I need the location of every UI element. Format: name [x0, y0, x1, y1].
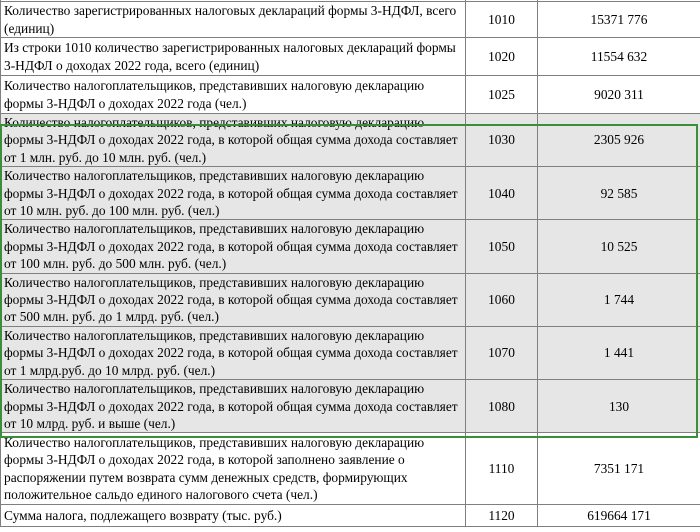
row-value-cell[interactable]: 10 525	[537, 219, 700, 274]
row-code-cell[interactable]: 1120	[465, 504, 538, 528]
table-row: Количество налогоплательщиков, представи…	[0, 166, 700, 221]
row-description-cell[interactable]: Количество зарегистрированных налоговых …	[0, 1, 466, 38]
row-code-cell[interactable]: 1010	[465, 1, 538, 38]
row-value-cell[interactable]: 1 744	[537, 272, 700, 327]
row-code-cell[interactable]: 1040	[465, 166, 538, 221]
table-row: Сумма налога, подлежащего возврату (тыс.…	[0, 504, 700, 528]
row-description-cell[interactable]: Количество налогоплательщиков, представи…	[0, 112, 466, 168]
row-value-cell[interactable]: 619664 171	[537, 504, 700, 528]
row-description-cell[interactable]: Сумма налога, подлежащего возврату (тыс.…	[0, 504, 466, 528]
row-description-cell[interactable]: Количество налогоплательщиков, представи…	[0, 75, 466, 114]
row-code-cell[interactable]: 1060	[465, 272, 538, 327]
spreadsheet-view: Количество зарегистрированных налоговых …	[0, 0, 700, 532]
row-description-cell[interactable]: Количество налогоплательщиков, представи…	[0, 219, 466, 274]
table-row: Количество налогоплательщиков, представи…	[0, 219, 700, 274]
table-row: Из строки 1010 количество зарегистрирова…	[0, 37, 700, 76]
row-value-cell[interactable]: 11554 632	[537, 37, 700, 76]
row-value-cell[interactable]: 7351 171	[537, 432, 700, 506]
row-description-cell[interactable]: Количество налогоплательщиков, представи…	[0, 432, 466, 506]
row-code-cell[interactable]: 1030	[465, 112, 538, 168]
table-row: Количество зарегистрированных налоговых …	[0, 1, 700, 38]
row-value-cell[interactable]: 92 585	[537, 166, 700, 221]
row-code-cell[interactable]: 1080	[465, 379, 538, 434]
table-row: Количество налогоплательщиков, представи…	[0, 272, 700, 327]
row-code-cell[interactable]: 1110	[465, 432, 538, 506]
table-row: Количество налогоплательщиков, представи…	[0, 432, 700, 506]
row-code-cell[interactable]: 1025	[465, 75, 538, 114]
row-code-cell[interactable]: 1070	[465, 325, 538, 381]
row-value-cell[interactable]: 130	[537, 379, 700, 434]
table-row: Количество налогоплательщиков, представи…	[0, 112, 700, 168]
row-description-cell[interactable]: Количество налогоплательщиков, представи…	[0, 325, 466, 381]
row-description-cell[interactable]: Из строки 1010 количество зарегистрирова…	[0, 37, 466, 76]
table-row: Количество налогоплательщиков, представи…	[0, 75, 700, 114]
tax-declaration-table: Количество зарегистрированных налоговых …	[0, 0, 700, 528]
table-row: Количество налогоплательщиков, представи…	[0, 325, 700, 381]
row-description-cell[interactable]: Количество налогоплательщиков, представи…	[0, 166, 466, 221]
row-description-cell[interactable]: Количество налогоплательщиков, представи…	[0, 379, 466, 434]
row-value-cell[interactable]: 2305 926	[537, 112, 700, 168]
row-value-cell[interactable]: 9020 311	[537, 75, 700, 114]
row-code-cell[interactable]: 1020	[465, 37, 538, 76]
row-description-cell[interactable]: Количество налогоплательщиков, представи…	[0, 272, 466, 327]
row-value-cell[interactable]: 1 441	[537, 325, 700, 381]
row-code-cell[interactable]: 1050	[465, 219, 538, 274]
table-row: Количество налогоплательщиков, представи…	[0, 379, 700, 434]
row-value-cell[interactable]: 15371 776	[537, 1, 700, 38]
